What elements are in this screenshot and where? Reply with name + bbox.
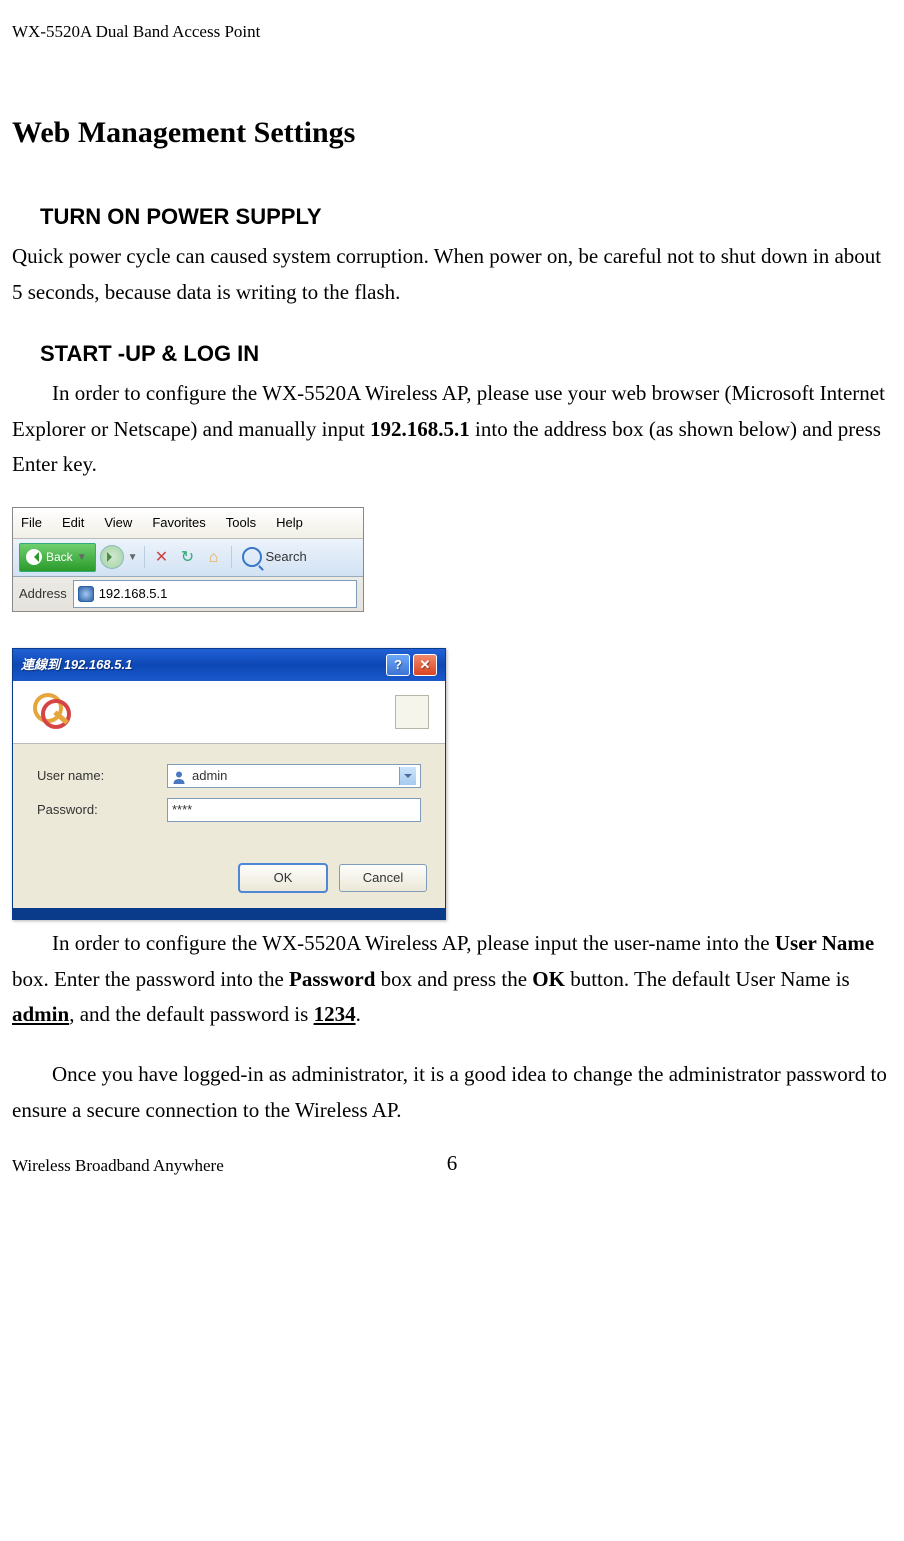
back-button[interactable]: Back ▼	[19, 543, 96, 571]
dialog-bottom-border	[13, 908, 445, 919]
section1-text: Quick power cycle can caused system corr…	[12, 239, 892, 310]
server-icon	[395, 695, 429, 729]
search-button[interactable]: Search	[238, 544, 311, 570]
page-header: WX-5520A Dual Band Access Point	[12, 18, 892, 47]
username-input[interactable]: admin	[167, 764, 421, 788]
t8: admin	[12, 1002, 69, 1026]
forward-dropdown-icon: ▼	[128, 549, 138, 566]
address-label: Address	[19, 583, 67, 605]
help-button[interactable]: ?	[386, 654, 410, 676]
home-icon[interactable]: ⌂	[203, 546, 225, 568]
browser-menubar: File Edit View Favorites Tools Help	[13, 508, 363, 539]
cancel-button[interactable]: Cancel	[339, 864, 427, 892]
refresh-icon[interactable]: ↻	[177, 546, 199, 568]
user-icon	[172, 769, 186, 783]
t3: box. Enter the password into the	[12, 967, 289, 991]
paragraph-after-login: In order to configure the WX-5520A Wirel…	[12, 926, 892, 1033]
section2-text: In order to configure the WX-5520A Wirel…	[12, 376, 892, 483]
dialog-banner	[13, 681, 445, 744]
separator	[144, 546, 145, 568]
t4: Password	[289, 967, 375, 991]
keys-icon	[33, 691, 75, 733]
back-arrow-icon	[26, 549, 42, 565]
menu-favorites[interactable]: Favorites	[152, 512, 205, 534]
t7: button. The default User Name is	[565, 967, 850, 991]
dropdown-icon[interactable]	[399, 767, 416, 785]
t10: 1234	[314, 1002, 356, 1026]
ok-button[interactable]: OK	[239, 864, 327, 892]
menu-edit[interactable]: Edit	[62, 512, 84, 534]
address-bar: Address 192.168.5.1	[13, 577, 363, 611]
login-dialog: 連線到 192.168.5.1 ? ✕ User name: admin	[12, 648, 446, 920]
menu-tools[interactable]: Tools	[226, 512, 256, 534]
browser-toolbar: Back ▼ ▼ ✕ ↻ ⌂ Search	[13, 539, 363, 576]
password-input[interactable]: ****	[167, 798, 421, 822]
search-label: Search	[266, 546, 307, 568]
section2-ip: 192.168.5.1	[370, 417, 470, 441]
menu-help[interactable]: Help	[276, 512, 303, 534]
username-value: admin	[192, 765, 227, 787]
dialog-titlebar: 連線到 192.168.5.1 ? ✕	[13, 649, 445, 681]
address-value: 192.168.5.1	[99, 583, 168, 605]
password-value: ****	[172, 799, 192, 821]
forward-button[interactable]	[100, 545, 124, 569]
paragraph-admin-note: Once you have logged-in as administrator…	[12, 1057, 892, 1128]
close-button[interactable]: ✕	[413, 654, 437, 676]
separator	[231, 546, 232, 568]
t2: User Name	[775, 931, 874, 955]
back-dropdown-icon: ▼	[77, 549, 87, 566]
dialog-title: 連線到 192.168.5.1	[21, 654, 132, 676]
t5: box and press the	[375, 967, 532, 991]
stop-icon[interactable]: ✕	[151, 546, 173, 568]
page-title: Web Management Settings	[12, 107, 892, 158]
t9: , and the default password is	[69, 1002, 313, 1026]
address-input[interactable]: 192.168.5.1	[73, 580, 357, 608]
page-footer: Wireless Broadband Anywhere 6	[12, 1152, 892, 1181]
t1: In order to configure the WX-5520A Wirel…	[52, 931, 775, 955]
search-icon	[242, 547, 262, 567]
ie-page-icon	[78, 586, 94, 602]
browser-screenshot: File Edit View Favorites Tools Help Back…	[12, 507, 364, 612]
back-label: Back	[46, 547, 73, 567]
t11: .	[356, 1002, 361, 1026]
t6: OK	[532, 967, 565, 991]
section1-heading: TURN ON POWER SUPPLY	[40, 198, 892, 235]
page-number: 6	[447, 1146, 458, 1182]
menu-file[interactable]: File	[21, 512, 42, 534]
username-label: User name:	[37, 765, 167, 787]
menu-view[interactable]: View	[104, 512, 132, 534]
section2-heading: START -UP & LOG IN	[40, 335, 892, 372]
password-label: Password:	[37, 799, 167, 821]
footer-left: Wireless Broadband Anywhere	[12, 1152, 224, 1181]
